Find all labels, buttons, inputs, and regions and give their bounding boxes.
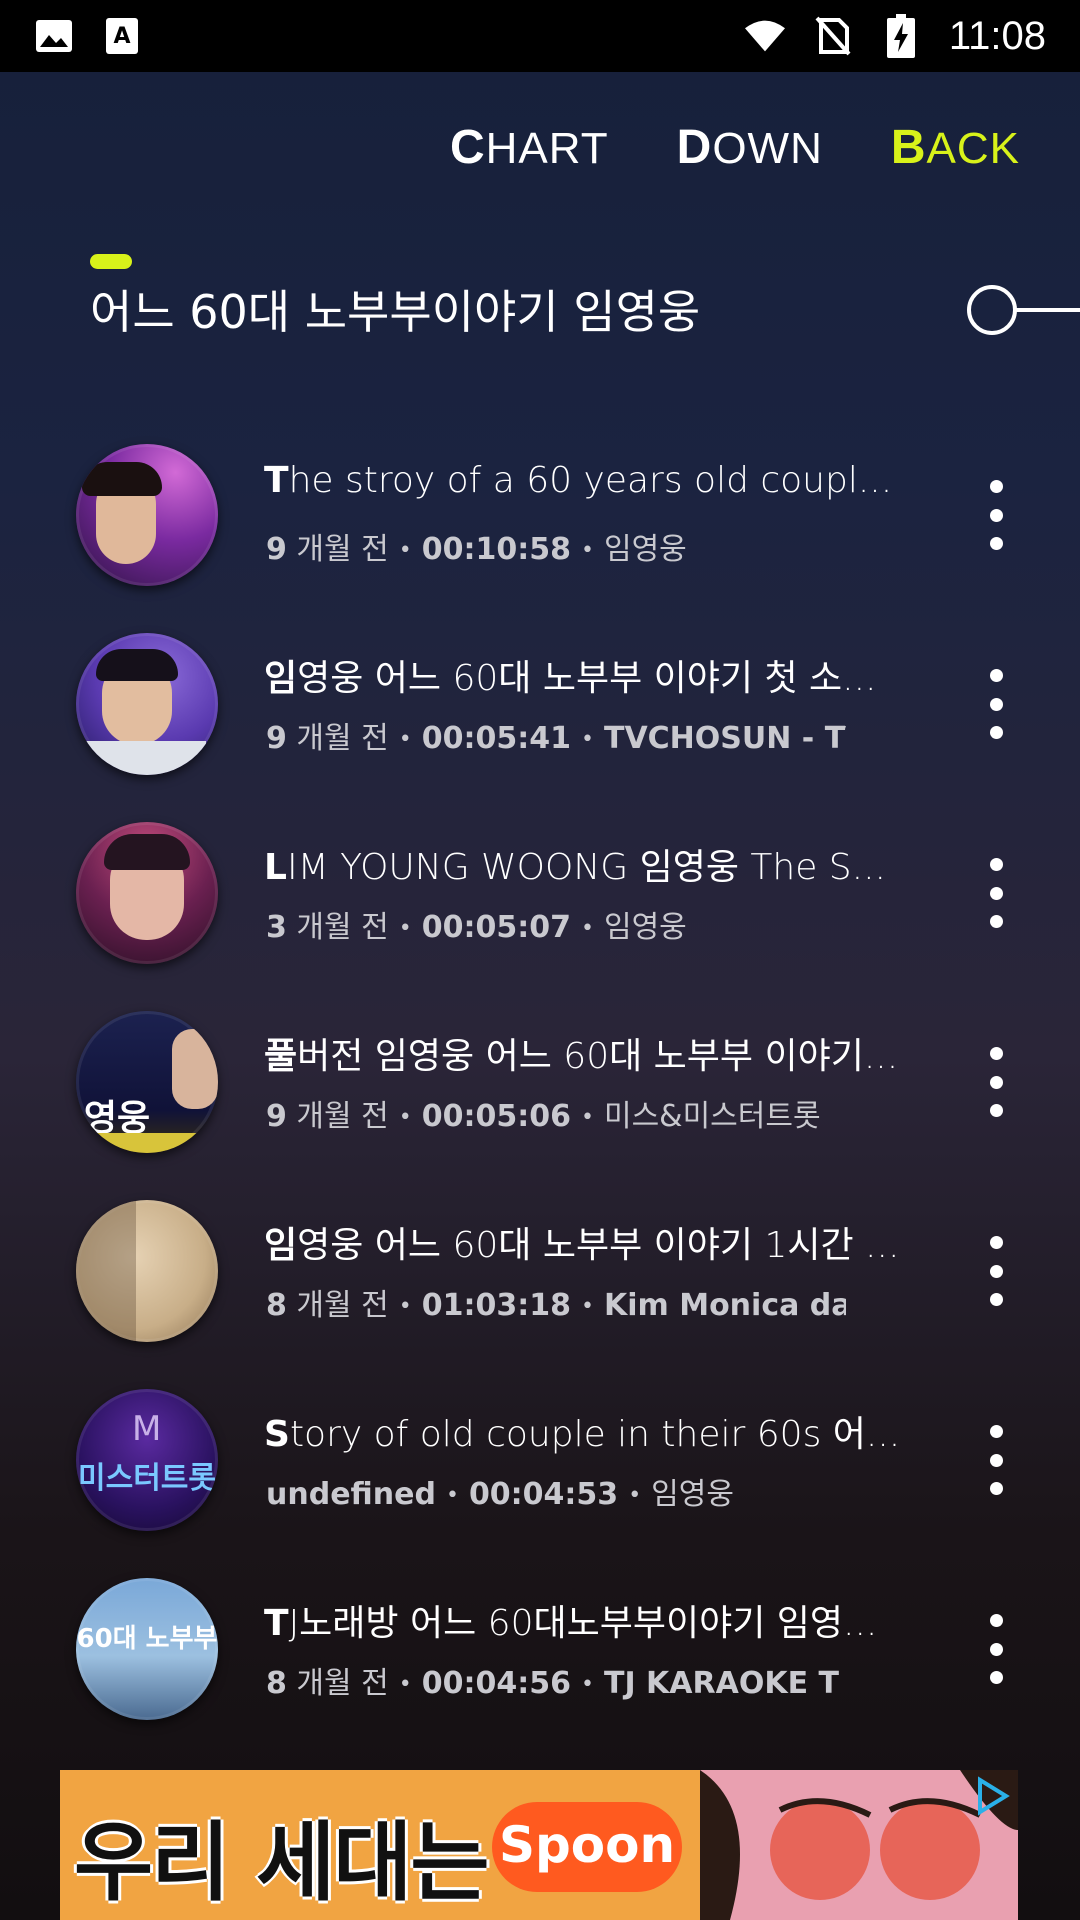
song-title: The stroy of a 60 years old coupl... [264, 460, 893, 501]
song-meta: 9 개월 전 • 00:05:41 • TVCHOSUN - T\ [266, 721, 846, 756]
title-accent [90, 254, 132, 269]
ad-banner[interactable]: 우리 세대는 Spoon [60, 1770, 1018, 1920]
wifi-icon [744, 16, 785, 56]
song-title: Story of old couple in their 60s 어... [264, 1414, 901, 1455]
ad-choices-icon[interactable] [972, 1776, 1012, 1816]
more-options-icon[interactable] [984, 669, 1008, 739]
text-recognition-icon: A [102, 16, 142, 56]
nav-down[interactable]: DOWN [677, 120, 823, 175]
thumbnail: M 미스터트롯 [76, 1389, 218, 1531]
more-options-icon[interactable] [984, 1425, 1008, 1495]
page-title: 어느 60대 노부부이야기 임영웅 [90, 285, 701, 339]
list-item[interactable]: M 미스터트롯 Story of old couple in their 60s… [0, 1385, 1080, 1574]
more-options-icon[interactable] [984, 1614, 1008, 1684]
song-meta: undefined • 00:04:53 • 임영웅 [266, 1477, 734, 1512]
nav-chart[interactable]: CHART [450, 120, 609, 175]
svg-text:A: A [113, 24, 130, 49]
more-options-icon[interactable] [984, 480, 1008, 550]
song-title: 풀버전 임영웅 어느 60대 노부부 이야기... [264, 1036, 899, 1077]
song-title: 임영웅 어느 60대 노부부 이야기 첫 소... [264, 658, 877, 699]
thumbnail: 영웅 [76, 1011, 218, 1153]
top-nav: CHART DOWN BACK [450, 120, 1020, 175]
thumbnail [76, 444, 218, 586]
list-item[interactable]: The stroy of a 60 years old coupl... 9 개… [0, 440, 1080, 629]
clock: 11:08 [948, 13, 1046, 58]
image-icon [34, 16, 74, 56]
song-meta: 9 개월 전 • 00:10:58 • 임영웅 [266, 532, 687, 567]
list-item[interactable]: 임영웅 어느 60대 노부부 이야기 1시간 ... 8 개월 전 • 01:03:… [0, 1196, 1080, 1385]
song-title: 임영웅 어느 60대 노부부 이야기 1시간 ... [264, 1225, 900, 1266]
song-meta: 3 개월 전 • 00:05:07 • 임영웅 [266, 910, 687, 945]
list-item[interactable]: 임영웅 어느 60대 노부부 이야기 첫 소... 9 개월 전 • 00:05:4… [0, 629, 1080, 818]
ad-headline: 우리 세대는 [74, 1813, 490, 1913]
list-item[interactable]: 영웅 풀버전 임영웅 어느 60대 노부부 이야기... 9 개월 전 • 00:0… [0, 1007, 1080, 1196]
song-meta: 8 개월 전•01:03:18•Kim Monica danc [266, 1288, 846, 1323]
song-meta: 9 개월 전 • 00:05:06 • 미스&미스터트롯 [266, 1099, 821, 1134]
ad-illustration [700, 1770, 1018, 1920]
song-title: LIM YOUNG WOONG 임영웅 The S... [264, 847, 886, 888]
nav-back[interactable]: BACK [891, 120, 1020, 175]
thumbnail [76, 822, 218, 964]
thumbnail: 60대 노부부 [76, 1578, 218, 1720]
drawer-handle[interactable] [966, 284, 1080, 336]
ad-brand-pill: Spoon [492, 1802, 682, 1892]
song-title: TJ노래방 어느 60대노부부이야기 임영... [264, 1603, 878, 1644]
thumbnail [76, 1200, 218, 1342]
no-sim-icon [813, 16, 853, 56]
logo-m-icon: M [132, 1409, 162, 1449]
status-bar: A 11:08 [0, 0, 1080, 72]
song-list: The stroy of a 60 years old coupl... 9 개… [0, 440, 1080, 1763]
song-meta: 8 개월 전 • 00:04:56 • TJ KARAOKE T [266, 1666, 839, 1701]
more-options-icon[interactable] [984, 1236, 1008, 1306]
more-options-icon[interactable] [984, 858, 1008, 928]
list-item[interactable]: 60대 노부부 TJ노래방 어느 60대노부부이야기 임영... 8 개월 전 •… [0, 1574, 1080, 1763]
thumbnail [76, 633, 218, 775]
battery-charging-icon [881, 14, 921, 58]
more-options-icon[interactable] [984, 1047, 1008, 1117]
list-item[interactable]: LIM YOUNG WOONG 임영웅 The S... 3 개월 전 • 00:0… [0, 818, 1080, 1007]
